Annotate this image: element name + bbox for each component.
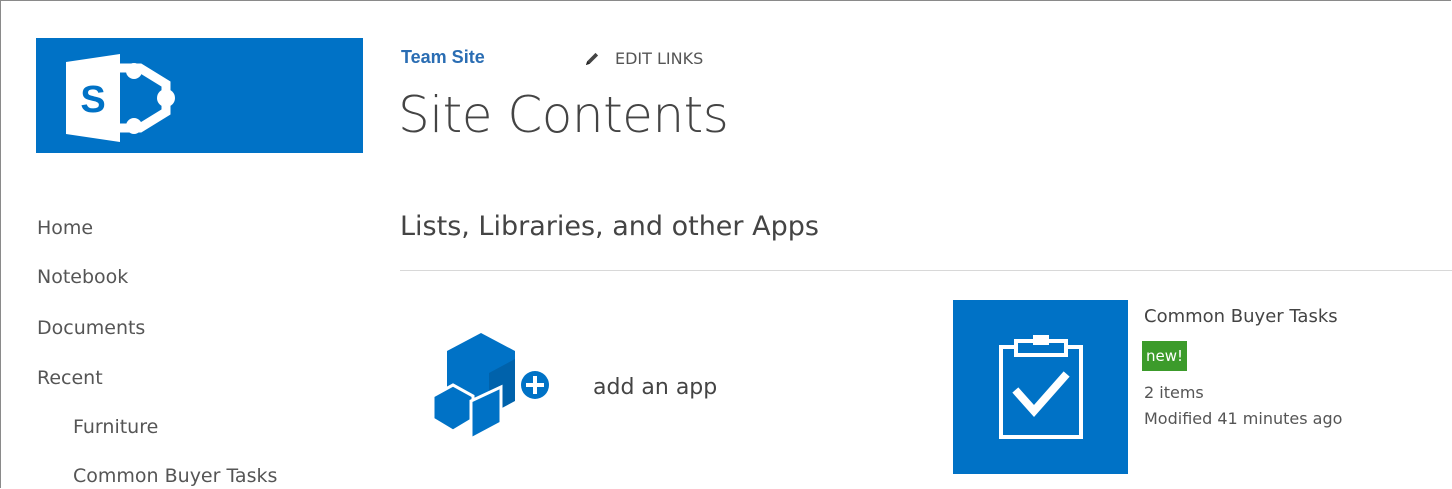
page-title: Site Contents [398,86,729,144]
svg-text:S: S [80,79,105,121]
add-app-label: add an app [593,375,718,400]
app-tile-common-buyer-tasks[interactable] [953,300,1128,474]
site-breadcrumb-link[interactable]: Team Site [401,47,485,68]
app-modified-time: Modified 41 minutes ago [1144,409,1343,428]
nav-subitem-furniture[interactable]: Furniture [73,416,158,438]
sharepoint-logo-icon: S [66,54,175,142]
page-frame: S Team Site EDIT LINKS Site Contents Hom… [0,0,1452,488]
app-name-common-buyer-tasks[interactable]: Common Buyer Tasks [1144,306,1338,327]
edit-links-label: EDIT LINKS [615,49,704,68]
new-badge: new! [1142,341,1188,371]
section-divider [400,270,1452,271]
task-list-icon [999,335,1083,439]
nav-subitem-common-buyer-tasks[interactable]: Common Buyer Tasks [73,465,277,487]
nav-item-recent[interactable]: Recent [37,367,103,389]
pencil-icon [586,52,599,65]
section-title: Lists, Libraries, and other Apps [400,211,819,242]
nav-item-home[interactable]: Home [37,217,93,239]
edit-links-button[interactable]: EDIT LINKS [583,49,703,68]
app-item-count: 2 items [1144,383,1204,402]
site-logo[interactable]: S [36,38,363,153]
add-app-button[interactable]: add an app [431,331,761,446]
nav-item-notebook[interactable]: Notebook [37,266,128,288]
nav-item-documents[interactable]: Documents [37,317,145,339]
add-app-icon [431,333,552,442]
